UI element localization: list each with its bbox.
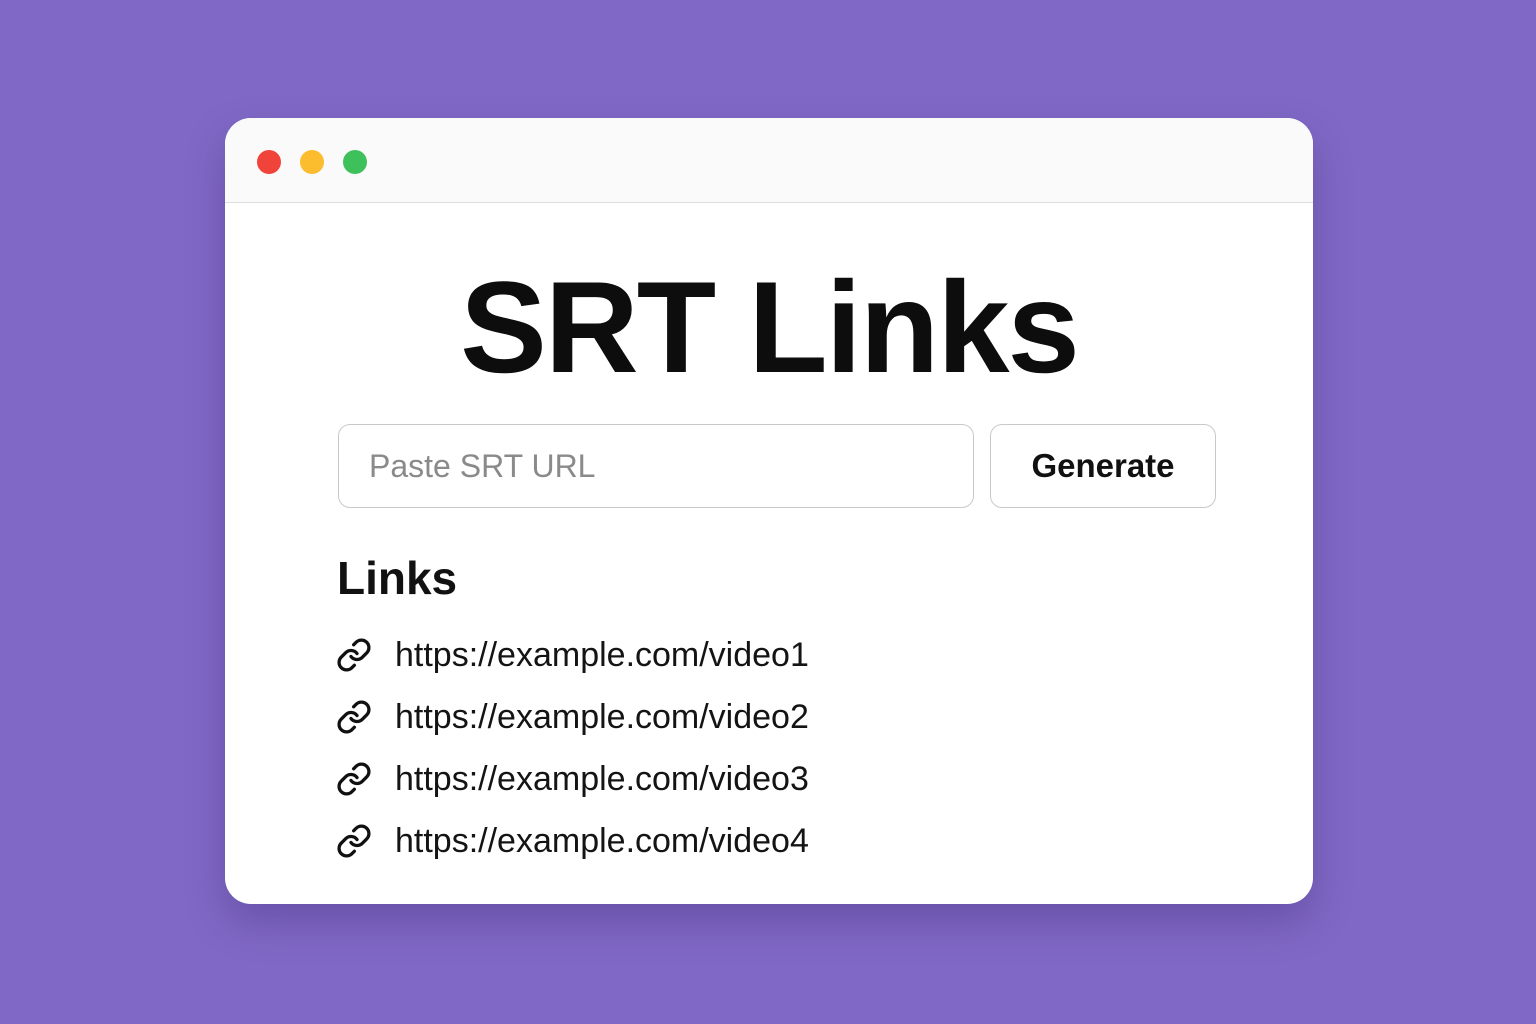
link-icon [335,698,373,736]
link-item[interactable]: https://example.com/video2 [335,686,809,748]
link-icon [335,822,373,860]
app-window: SRT Links Generate Links https://example… [225,118,1313,904]
links-list: https://example.com/video1 https://examp… [335,624,809,872]
link-item[interactable]: https://example.com/video3 [335,748,809,810]
close-window-button[interactable] [257,150,281,174]
link-icon [335,636,373,674]
title-bar [225,118,1313,203]
zoom-window-button[interactable] [343,150,367,174]
minimize-window-button[interactable] [300,150,324,174]
link-icon [335,760,373,798]
link-url[interactable]: https://example.com/video3 [395,760,809,799]
link-url[interactable]: https://example.com/video1 [395,636,809,675]
link-url[interactable]: https://example.com/video4 [395,822,809,861]
link-url[interactable]: https://example.com/video2 [395,698,809,737]
srt-url-input[interactable] [338,424,974,508]
links-heading: Links [337,552,458,604]
page-title: SRT Links [460,254,1080,400]
link-item[interactable]: https://example.com/video4 [335,810,809,872]
link-item[interactable]: https://example.com/video1 [335,624,809,686]
generate-button[interactable]: Generate [990,424,1216,508]
